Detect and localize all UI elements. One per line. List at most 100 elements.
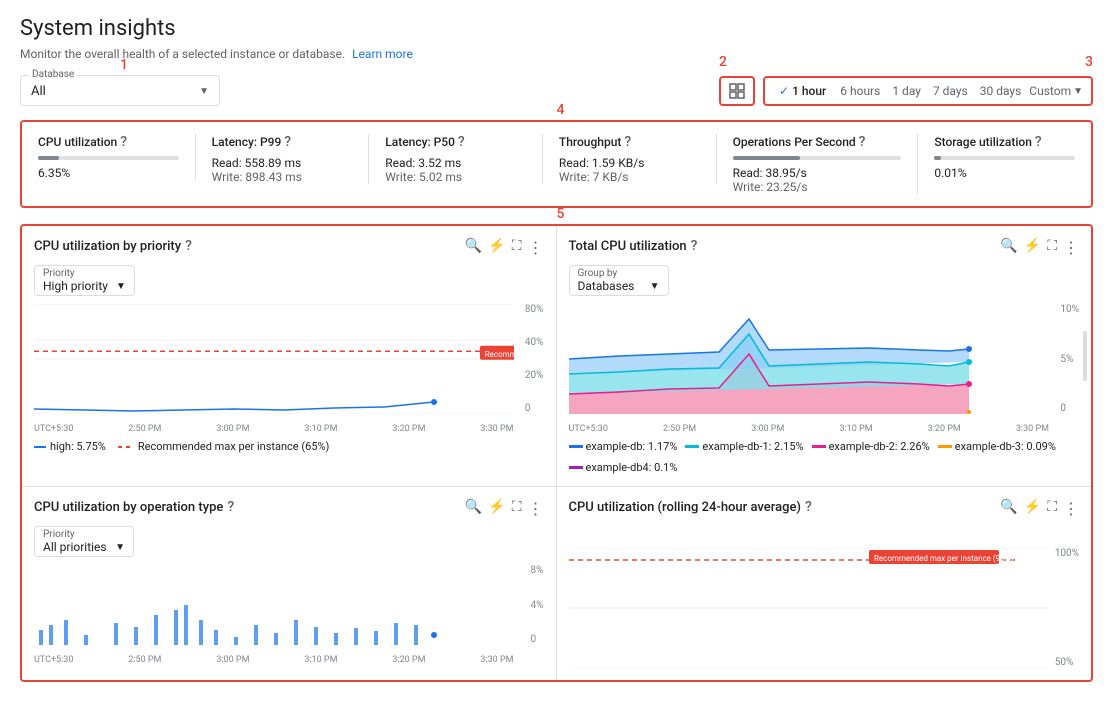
metric-ops-sub: Write: 23.25/s (733, 180, 902, 194)
ops-help-icon[interactable]: ? (859, 134, 866, 150)
annotation-5: 5 (557, 206, 565, 222)
filter-icon-3[interactable]: ⚡ (488, 499, 505, 518)
zoom-icon-2[interactable]: 🔍 (1000, 238, 1017, 257)
more-icon-2[interactable]: ⋮ (1063, 238, 1079, 257)
metric-storage-value: 0.01% (934, 166, 1075, 180)
filter-icon-2[interactable]: ⚡ (1024, 238, 1041, 257)
database-selector-label: Database (29, 69, 77, 80)
time-1hour[interactable]: ✓ 1 hour (773, 82, 832, 100)
grid-icon (729, 83, 745, 99)
chart-cpu-priority-title: CPU utilization by priority (34, 239, 181, 254)
grid-view-button[interactable] (719, 76, 755, 106)
page-subtitle: Monitor the overall health of a selected… (20, 47, 1093, 61)
custom-chevron-icon: ▼ (1073, 86, 1083, 97)
filter-icon[interactable]: ⚡ (488, 238, 505, 257)
more-icon[interactable]: ⋮ (528, 238, 544, 257)
charts-section: CPU utilization by priority ? 🔍 ⚡ ⛶ ⋮ (20, 224, 1093, 682)
storage-bar (934, 156, 1075, 160)
expand-icon-3[interactable]: ⛶ (512, 499, 522, 518)
priority-dropdown-2[interactable]: Priority All priorities ▼ (34, 526, 134, 557)
time-1day[interactable]: 1 day (888, 82, 925, 100)
metric-throughput: Throughput ? Read: 1.59 KB/s Write: 7 KB… (543, 134, 717, 184)
priority-dropdown-1[interactable]: Priority High priority ▼ (34, 265, 135, 296)
metric-storage-title: Storage utilization (934, 135, 1032, 149)
throughput-help-icon[interactable]: ? (624, 134, 631, 150)
svg-text:Recommended max per instance (: Recommended max per instance (90%) (874, 554, 1013, 563)
expand-icon[interactable]: ⛶ (512, 238, 522, 257)
metric-p50: Latency: P50 ? Read: 3.52 ms Write: 5.02… (369, 134, 543, 184)
chart-area-rolling: 100% 50% R (569, 548, 1080, 668)
zoom-icon-3[interactable]: 🔍 (465, 499, 482, 518)
metric-cpu-title: CPU utilization (38, 135, 117, 149)
metric-cpu: CPU utilization ? 6.35% (38, 134, 196, 180)
filter-icon-4[interactable]: ⚡ (1024, 499, 1041, 518)
zoom-icon[interactable]: 🔍 (465, 238, 482, 257)
svg-text:Recommended max per instance (: Recommended max per instance (65%) (485, 350, 514, 359)
cpu-bar (38, 156, 179, 160)
expand-icon-2[interactable]: ⛶ (1047, 238, 1057, 257)
metric-storage: Storage utilization ? 0.01% (918, 134, 1075, 180)
time-30days[interactable]: 30 days (976, 82, 1026, 100)
cpu-help-icon[interactable]: ? (120, 134, 127, 150)
learn-more-link[interactable]: Learn more (352, 47, 413, 61)
chart-cpu-priority: CPU utilization by priority ? 🔍 ⚡ ⛶ ⋮ (22, 226, 557, 487)
chart-cpu-rolling-title: CPU utilization (rolling 24-hour average… (569, 500, 801, 515)
cpu-op-chart-svg (34, 565, 514, 645)
time-7days[interactable]: 7 days (929, 82, 972, 100)
metric-throughput-title: Throughput (559, 135, 621, 149)
database-selector[interactable]: Database All ▼ (20, 75, 220, 106)
chart-total-cpu-help-icon[interactable]: ? (691, 238, 698, 254)
chart-cpu-op-help-icon[interactable]: ? (227, 499, 234, 515)
priority-dropdown-label-1: Priority (43, 268, 126, 279)
priority-dropdown-value-2: All priorities (43, 540, 107, 554)
time-custom[interactable]: Custom ▼ (1029, 84, 1083, 98)
more-icon-4[interactable]: ⋮ (1063, 499, 1079, 518)
chart-total-cpu: Total CPU utilization ? 🔍 ⚡ ⛶ ⋮ Group by (557, 226, 1092, 487)
time-range-selector: ✓ 1 hour 6 hours 1 day 7 days 30 days Cu… (763, 76, 1093, 106)
priority-dropdown-label-2: Priority (43, 529, 125, 540)
metric-p50-sub: Write: 5.02 ms (385, 170, 526, 184)
metric-p99: Latency: P99 ? Read: 558.89 ms Write: 89… (196, 134, 370, 184)
priority-chevron-icon-2: ▼ (115, 542, 125, 553)
priority-dropdown-value-1: High priority (43, 279, 108, 293)
metric-ops-title: Operations Per Second (733, 135, 856, 149)
storage-help-icon[interactable]: ? (1035, 134, 1042, 150)
chart-cpu-rolling-help-icon[interactable]: ? (805, 499, 812, 515)
annotation-1: 1 (120, 57, 128, 73)
chart-cpu-operation: CPU utilization by operation type ? 🔍 ⚡ … (22, 487, 557, 680)
groupby-chevron-icon: ▼ (650, 281, 660, 292)
annotation-2: 2 (719, 54, 727, 70)
metric-p99-sub: Write: 898.43 ms (212, 170, 353, 184)
scrollbar[interactable] (1083, 331, 1087, 381)
metric-ops: Operations Per Second ? Read: 38.95/s Wr… (717, 134, 919, 194)
metric-cpu-value: 6.35% (38, 166, 179, 180)
time-6hours[interactable]: 6 hours (836, 82, 884, 100)
annotation-3: 3 (1085, 54, 1093, 70)
chart-cpu-priority-help-icon[interactable]: ? (185, 238, 192, 254)
page-title: System insights (20, 16, 1093, 41)
expand-icon-4[interactable]: ⛶ (1047, 499, 1057, 518)
total-cpu-chart-svg (569, 304, 1050, 414)
chevron-down-icon: ▼ (199, 86, 209, 97)
metric-throughput-value: Read: 1.59 KB/s (559, 156, 700, 170)
p50-help-icon[interactable]: ? (458, 134, 465, 150)
metric-p99-value: Read: 558.89 ms (212, 156, 353, 170)
more-icon-3[interactable]: ⋮ (528, 499, 544, 518)
groupby-dropdown[interactable]: Group by Databases ▼ (569, 265, 669, 296)
groupby-label: Group by (578, 268, 660, 279)
annotation-4: 4 (557, 102, 565, 118)
metric-ops-value: Read: 38.95/s (733, 166, 902, 180)
ops-bar (733, 156, 902, 160)
cpu-rolling-chart-svg: Recommended max per instance (90%) (569, 548, 1050, 668)
p99-help-icon[interactable]: ? (284, 134, 291, 150)
cpu-priority-chart-svg: Recommended max per instance (65%) (34, 304, 514, 414)
chart-total-cpu-title: Total CPU utilization (569, 239, 687, 254)
chart-legend-cpu-priority: high: 5.75% Recommended max per instance… (34, 440, 544, 453)
metric-p50-title: Latency: P50 (385, 135, 455, 149)
chart-cpu-rolling: CPU utilization (rolling 24-hour average… (557, 487, 1092, 680)
metric-throughput-sub: Write: 7 KB/s (559, 170, 700, 184)
zoom-icon-4[interactable]: 🔍 (1000, 499, 1017, 518)
chart-cpu-op-title: CPU utilization by operation type (34, 500, 223, 515)
priority-chevron-icon-1: ▼ (116, 281, 126, 292)
database-selector-value: All (31, 84, 46, 99)
